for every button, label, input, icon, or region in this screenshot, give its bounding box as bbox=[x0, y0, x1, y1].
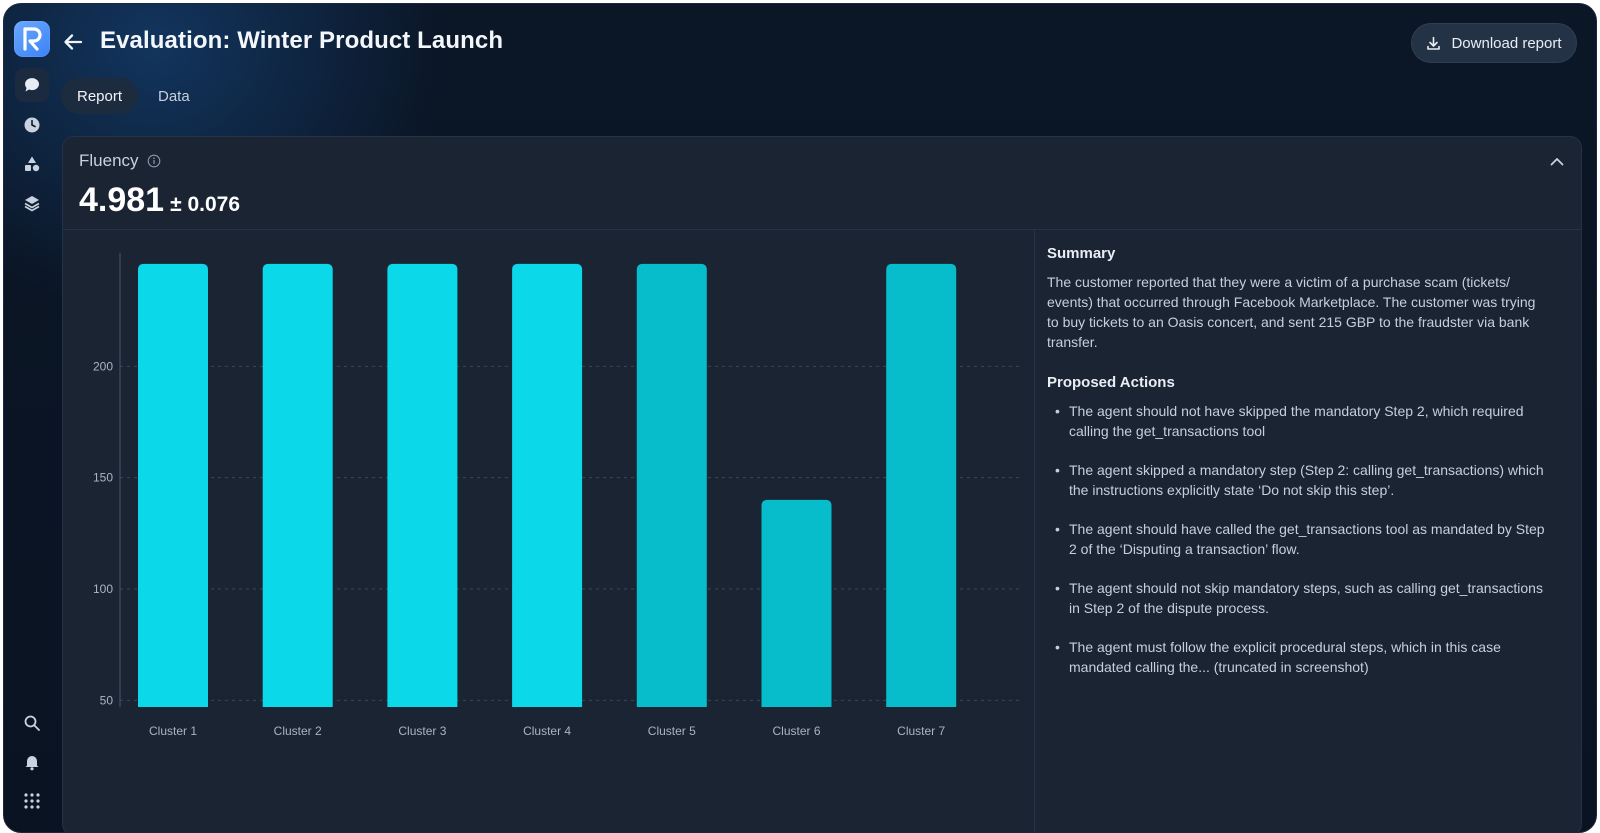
x-tick-label: Cluster 3 bbox=[398, 724, 446, 738]
actions-list: The agent should not have skipped the ma… bbox=[1047, 401, 1547, 677]
clock-icon bbox=[24, 117, 40, 133]
action-item: The agent should not skip mandatory step… bbox=[1047, 578, 1547, 618]
y-tick-label: 200 bbox=[93, 359, 113, 373]
chart-bar[interactable] bbox=[138, 263, 208, 707]
chevron-up-icon bbox=[1550, 157, 1564, 165]
chart-bar[interactable] bbox=[886, 263, 957, 707]
metric-title: Fluency bbox=[79, 151, 161, 171]
download-report-button[interactable]: Download report bbox=[1411, 23, 1577, 63]
insights-panel: Summary The customer reported that they … bbox=[1047, 245, 1547, 696]
layers-icon bbox=[24, 196, 40, 212]
app-window: Evaluation: Winter Product Launch Downlo… bbox=[3, 3, 1597, 833]
arrow-left-icon bbox=[64, 34, 83, 50]
chart-bar[interactable] bbox=[512, 263, 583, 707]
actions-heading: Proposed Actions bbox=[1047, 374, 1175, 391]
sidebar-notifications-button[interactable] bbox=[15, 745, 49, 779]
x-tick-label: Cluster 4 bbox=[523, 724, 571, 738]
tab-report[interactable]: Report bbox=[61, 78, 139, 114]
sidebar-chat-button[interactable] bbox=[15, 68, 49, 102]
bar-chart: 50 100 150 200 Cluster 1 Cluster 2 Cluster 3 Cl… bbox=[93, 253, 1019, 738]
action-item: The agent must follow the explicit proce… bbox=[1047, 637, 1547, 677]
sidebar-apps-button[interactable] bbox=[15, 784, 49, 818]
panel-header: Fluency 4.981 ± 0.076 bbox=[63, 137, 1581, 230]
sidebar bbox=[4, 4, 62, 832]
chat-icon bbox=[24, 78, 39, 92]
download-icon bbox=[1427, 36, 1441, 50]
summary-text: The customer reported that they were a v… bbox=[1047, 274, 1536, 350]
x-tick-label: Cluster 6 bbox=[772, 724, 820, 738]
metric-error: ± 0.076 bbox=[170, 193, 241, 216]
metric-value: 4.981 ± 0.076 bbox=[79, 181, 240, 220]
action-item: The agent skipped a mandatory step (Step… bbox=[1047, 460, 1547, 500]
tab-data[interactable]: Data bbox=[142, 78, 206, 114]
sidebar-search-button[interactable] bbox=[15, 706, 49, 740]
grid-icon bbox=[24, 793, 40, 809]
metric-name-label: Fluency bbox=[79, 151, 139, 170]
chart-bar[interactable] bbox=[761, 499, 832, 707]
sidebar-history-button[interactable] bbox=[15, 108, 49, 142]
bell-icon bbox=[25, 756, 39, 771]
page-title: Evaluation: Winter Product Launch bbox=[100, 27, 504, 54]
download-report-label: Download report bbox=[1451, 34, 1562, 52]
x-tick-label: Cluster 7 bbox=[897, 724, 945, 738]
back-button[interactable] bbox=[59, 28, 87, 56]
summary-heading: Summary bbox=[1047, 245, 1116, 262]
info-icon[interactable] bbox=[147, 154, 161, 168]
action-item: The agent should have called the get_tra… bbox=[1047, 519, 1547, 559]
x-tick-label: Cluster 5 bbox=[648, 724, 696, 738]
collapse-button[interactable] bbox=[1545, 149, 1569, 173]
x-tick-label: Cluster 1 bbox=[149, 724, 197, 738]
sidebar-shapes-button[interactable] bbox=[15, 147, 49, 181]
shapes-icon bbox=[25, 156, 40, 172]
search-icon bbox=[24, 715, 40, 731]
sidebar-layers-button[interactable] bbox=[15, 186, 49, 220]
app-logo[interactable] bbox=[14, 21, 50, 57]
action-item: The agent should not have skipped the ma… bbox=[1047, 401, 1547, 441]
chart-bar[interactable] bbox=[262, 263, 333, 707]
chart-area: 50 100 150 200 Cluster 1 Cluster 2 Cluster 3 Cl… bbox=[63, 230, 1035, 832]
fluency-panel: Fluency 4.981 ± 0.076 50 100 150 200 Cluster… bbox=[62, 136, 1582, 832]
y-tick-label: 150 bbox=[93, 471, 113, 485]
y-tick-label: 50 bbox=[100, 693, 114, 707]
logo-r-icon bbox=[23, 27, 42, 51]
chart-bar[interactable] bbox=[636, 263, 707, 707]
metric-score: 4.981 bbox=[79, 181, 165, 219]
chart-bar[interactable] bbox=[387, 263, 458, 707]
y-tick-label: 100 bbox=[93, 582, 113, 596]
x-tick-label: Cluster 2 bbox=[274, 724, 322, 738]
